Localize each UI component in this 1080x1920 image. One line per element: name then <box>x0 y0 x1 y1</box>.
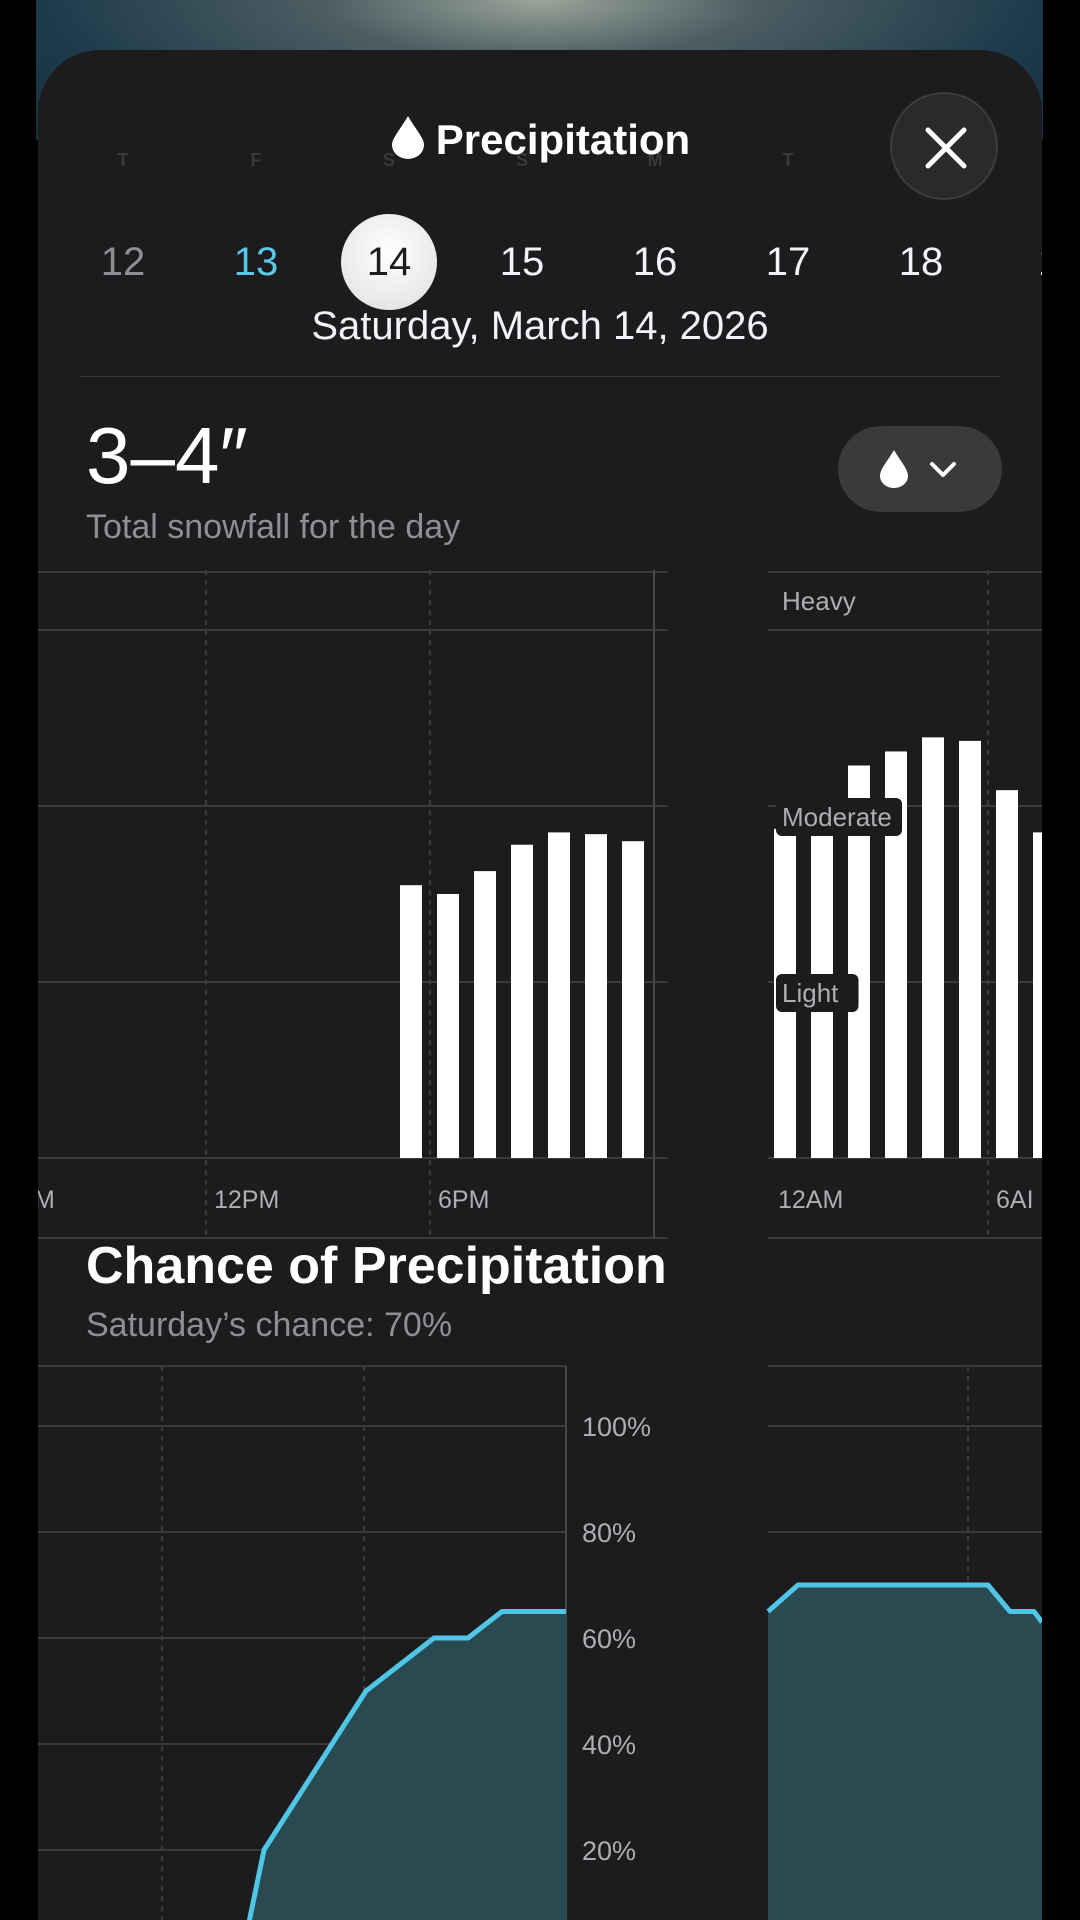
chance-area-fill <box>249 1611 566 1920</box>
day-14[interactable]: 14 <box>341 214 437 310</box>
metric-selector-button[interactable] <box>838 426 1002 512</box>
header-divider <box>80 376 1000 377</box>
snowfall-bar <box>622 841 644 1158</box>
chevron-down-icon <box>930 462 956 477</box>
precipitation-sheet: TFSSMTW Precipitation 12131415161718 1 S… <box>38 50 1042 1920</box>
x-tick-label: 12AM <box>778 1186 843 1214</box>
day-15[interactable]: 15 <box>474 214 570 310</box>
snowfall-bar <box>400 885 422 1158</box>
snowfall-label: Total snowfall for the day <box>86 508 461 546</box>
snowfall-chart[interactable]: Heavy Moderate Light M 12PM 6PM 12AM 6AI <box>38 570 1042 1239</box>
chance-subtitle: Saturday’s chance: 70% <box>86 1306 453 1344</box>
snowfall-bar <box>585 834 607 1158</box>
close-button[interactable] <box>890 92 998 200</box>
chance-chart[interactable]: 100%80%60%40%20%0% <box>38 1365 1042 1920</box>
x-tick-label: 6AI <box>996 1186 1034 1214</box>
day-13[interactable]: 13 <box>208 214 304 310</box>
snowfall-bar <box>511 844 533 1158</box>
intensity-label: Heavy <box>782 586 856 616</box>
y-tick-label: 100% <box>582 1412 651 1442</box>
snowfall-bar <box>474 871 496 1158</box>
close-icon <box>925 127 967 169</box>
y-tick-label: 20% <box>582 1836 636 1866</box>
snowfall-bar <box>922 737 944 1158</box>
day-12[interactable]: 12 <box>75 214 171 310</box>
snowfall-bar <box>959 740 981 1158</box>
day-18[interactable]: 18 <box>873 214 969 310</box>
y-tick-label: 40% <box>582 1730 636 1760</box>
raindrop-icon <box>390 114 426 170</box>
x-tick-label: M <box>38 1186 55 1214</box>
snowfall-bar <box>996 790 1018 1158</box>
snowfall-bar <box>1033 832 1042 1158</box>
snowfall-amount: 3–4″ <box>86 411 248 500</box>
chance-area-fill <box>768 1585 1042 1920</box>
day-17[interactable]: 17 <box>740 214 836 310</box>
x-tick-label: 12PM <box>214 1186 279 1214</box>
chance-title: Chance of Precipitation <box>86 1237 667 1295</box>
snowfall-bar <box>548 832 570 1158</box>
snowfall-bar <box>437 894 459 1158</box>
selected-date: Saturday, March 14, 2026 <box>311 304 769 348</box>
x-tick-label: 6PM <box>438 1186 489 1214</box>
y-tick-label: 60% <box>582 1624 636 1654</box>
sheet-title-text: Precipitation <box>435 116 691 163</box>
day-16[interactable]: 16 <box>607 214 703 310</box>
raindrop-icon <box>880 450 908 488</box>
y-tick-label: 80% <box>582 1518 636 1548</box>
intensity-label: Light <box>782 978 839 1008</box>
intensity-label: Moderate <box>782 802 892 832</box>
day-19-partial[interactable]: 1 <box>1038 214 1042 310</box>
